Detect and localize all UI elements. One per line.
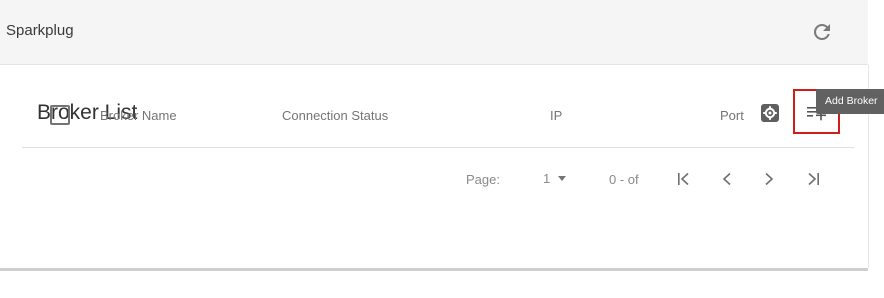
table-header-divider: [22, 147, 854, 148]
last-page-button[interactable]: [800, 166, 826, 192]
next-page-button[interactable]: [756, 166, 782, 192]
chevron-right-icon: [765, 172, 774, 186]
first-page-button[interactable]: [671, 166, 697, 192]
column-header-port[interactable]: Port: [720, 108, 744, 123]
settings-button[interactable]: [761, 104, 779, 122]
column-header-ip[interactable]: IP: [550, 108, 562, 123]
settings-icon: [761, 104, 779, 122]
add-broker-tooltip: Add Broker: [816, 89, 884, 114]
page-range: 0 - of: [609, 172, 639, 187]
sparkplug-panel: Sparkplug Broker List Add Broker Broker …: [0, 0, 884, 298]
column-header-broker-name[interactable]: Broker Name: [100, 108, 177, 123]
refresh-button[interactable]: [810, 20, 834, 44]
page-select-value: 1: [543, 171, 551, 186]
chevron-left-icon: [722, 172, 731, 186]
dropdown-caret-icon: [558, 176, 567, 182]
column-header-connection-status[interactable]: Connection Status: [282, 108, 388, 123]
previous-page-button[interactable]: [714, 166, 740, 192]
app-title: Sparkplug: [6, 22, 74, 39]
panel-bottom-border: [0, 268, 868, 271]
last-page-icon: [808, 172, 819, 186]
refresh-icon: [814, 24, 830, 40]
first-page-icon: [678, 172, 689, 186]
page-select[interactable]: 1: [543, 171, 567, 189]
panel-header: Sparkplug: [0, 0, 868, 65]
select-all-checkbox[interactable]: [50, 105, 70, 125]
page-label: Page:: [466, 172, 500, 187]
